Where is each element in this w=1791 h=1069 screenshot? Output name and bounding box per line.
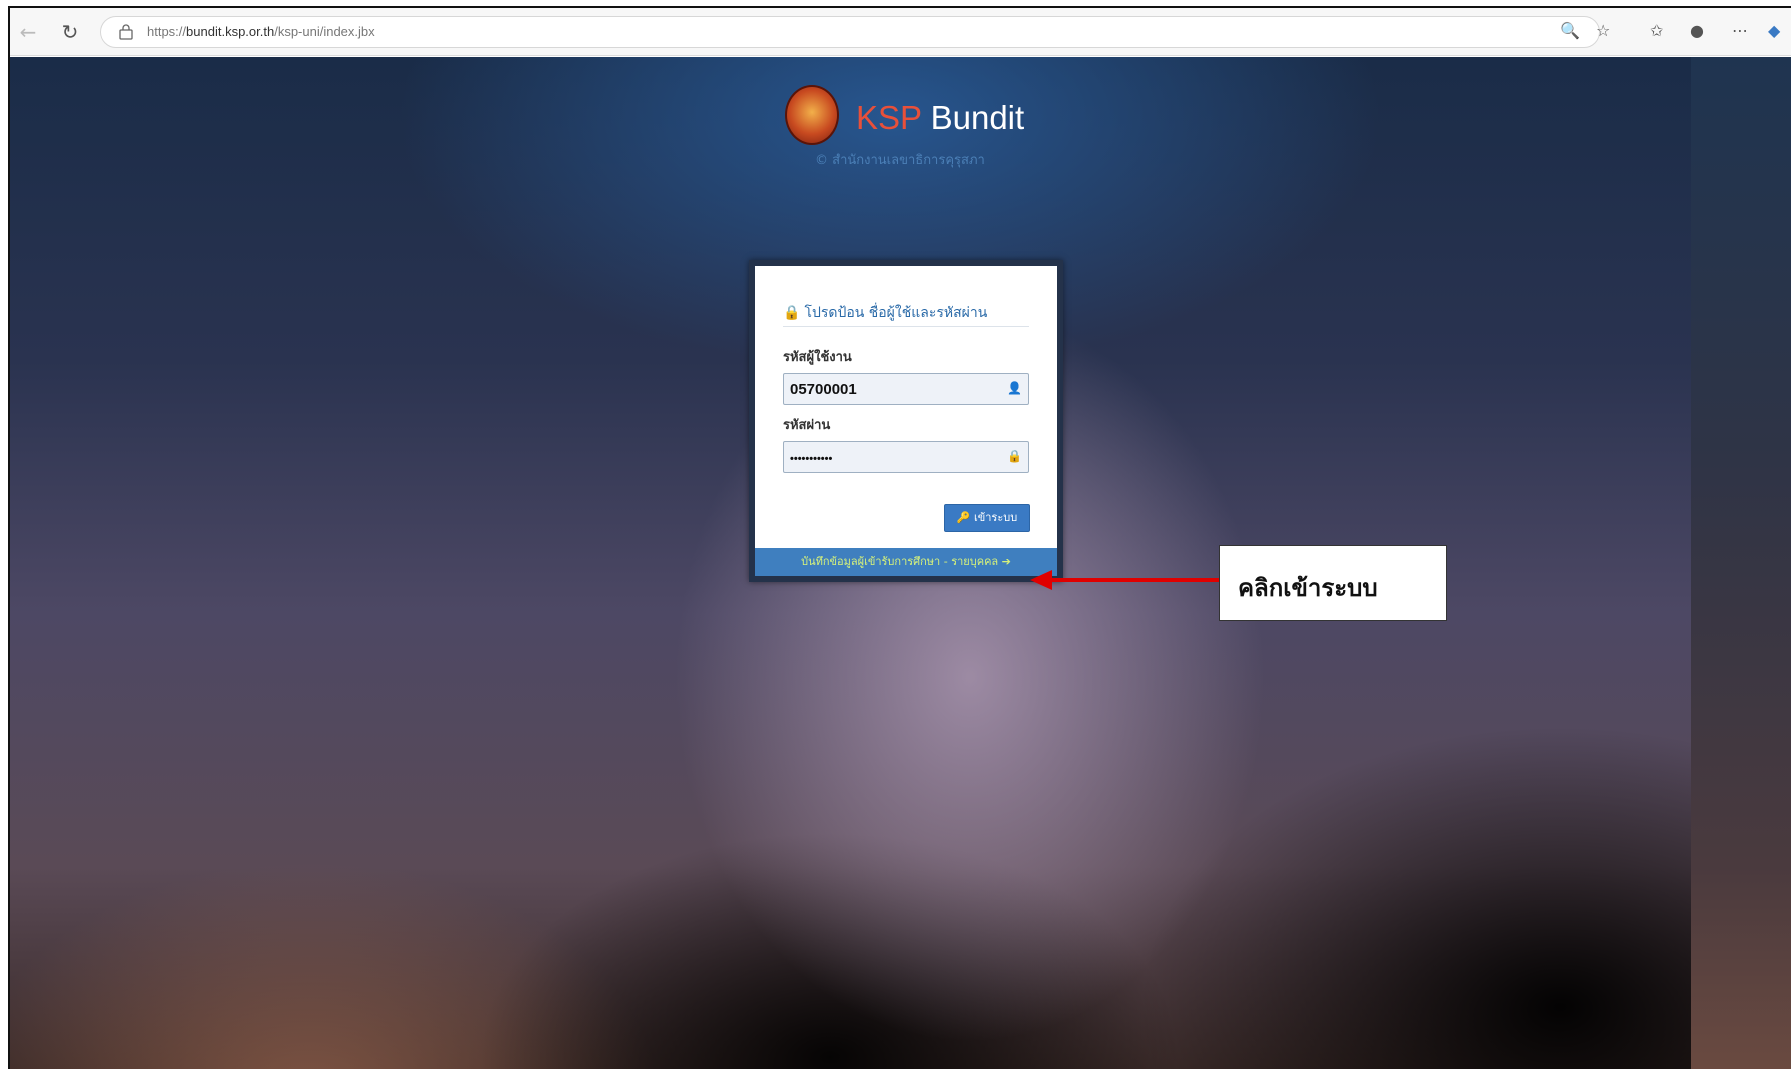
url-path: /ksp-uni/index.jbx — [274, 24, 375, 39]
ksp-seal-logo — [785, 85, 839, 145]
screenshot-frame: ← ↻ https://bundit.ksp.or.th/ksp-uni/ind… — [8, 6, 1791, 1069]
zoom-icon[interactable]: 🔍 — [1560, 21, 1580, 40]
arrow-right-icon: ➔ — [1001, 555, 1011, 568]
login-panel-frame: 🔒 โปรดป้อน ชื่อผู้ใช้และรหัสผ่าน รหัสผู้ใ… — [749, 260, 1063, 582]
browser-toolbar: ← ↻ https://bundit.ksp.or.th/ksp-uni/ind… — [10, 8, 1791, 56]
username-value: 05700001 — [790, 381, 857, 398]
app-title: KSP Bundit — [856, 99, 1024, 137]
login-button-label: เข้าระบบ — [973, 511, 1018, 524]
register-link-text: บันทึกข้อมูลผู้เข้ารับการศึกษา - รายบุคค… — [801, 555, 999, 568]
key-icon: 🔑 — [956, 511, 974, 524]
password-label: รหัสผ่าน — [783, 418, 831, 433]
login-button[interactable]: 🔑 เข้าระบบ — [944, 504, 1030, 532]
annotation-arrow-line — [1050, 578, 1220, 582]
address-bar[interactable]: https://bundit.ksp.or.th/ksp-uni/index.j… — [100, 16, 1600, 48]
login-heading-text: โปรดป้อน ชื่อผู้ใช้และรหัสผ่าน — [804, 305, 988, 321]
more-menu-icon[interactable]: ⋯ — [1732, 21, 1748, 40]
app-title-ksp: KSP — [856, 99, 922, 136]
page-edge-strip — [1691, 57, 1791, 1069]
password-value: ••••••••••• — [790, 453, 833, 465]
user-icon: 👤 — [1007, 381, 1022, 395]
login-panel: 🔒 โปรดป้อน ชื่อผู้ใช้และรหัสผ่าน รหัสผู้ใ… — [755, 266, 1057, 576]
annotation-callout: คลิกเข้าระบบ — [1219, 545, 1447, 621]
copilot-icon[interactable]: ◆ — [1768, 21, 1780, 40]
annotation-arrow-icon — [1030, 570, 1052, 590]
password-lock-icon: 🔒 — [1007, 449, 1022, 463]
url-text[interactable]: https://bundit.ksp.or.th/ksp-uni/index.j… — [147, 24, 375, 39]
username-input[interactable]: 05700001 👤 — [783, 373, 1029, 405]
favorites-icon[interactable]: ✩ — [1650, 21, 1663, 40]
app-title-bundit: Bundit — [930, 99, 1025, 136]
url-host: bundit.ksp.or.th — [186, 24, 275, 39]
url-prefix: https:// — [147, 24, 187, 39]
profile-icon[interactable]: ● — [1690, 21, 1704, 40]
page-info-icon[interactable] — [119, 24, 133, 40]
app-subtitle: © สำนักงานเลขาธิการคุรุสภา — [815, 153, 985, 168]
register-individual-link[interactable]: บันทึกข้อมูลผู้เข้ารับการศึกษา - รายบุคค… — [755, 548, 1057, 576]
password-input[interactable]: ••••••••••• 🔒 — [783, 441, 1029, 473]
page-background: KSP Bundit © สำนักงานเลขาธิการคุรุสภา 🔒 โ… — [10, 57, 1791, 1069]
back-arrow-icon[interactable]: ← — [16, 20, 40, 44]
login-heading: 🔒 โปรดป้อน ชื่อผู้ใช้และรหัสผ่าน — [783, 302, 987, 324]
reload-icon[interactable]: ↻ — [58, 20, 82, 44]
star-icon[interactable]: ☆ — [1596, 21, 1610, 40]
username-label: รหัสผู้ใช้งาน — [783, 350, 852, 365]
divider — [783, 326, 1029, 327]
lock-icon: 🔒 — [783, 305, 801, 321]
